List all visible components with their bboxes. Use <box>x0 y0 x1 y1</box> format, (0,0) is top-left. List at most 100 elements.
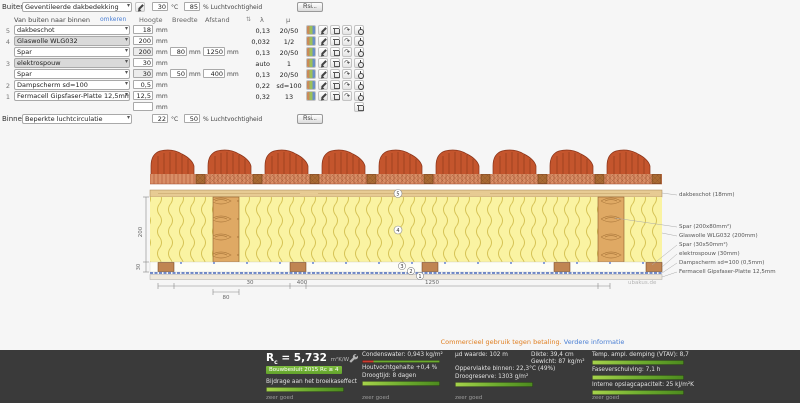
row-actions: ↷ <box>306 36 364 46</box>
hoogte-input[interactable] <box>133 58 153 67</box>
edit-pencil-icon[interactable] <box>318 25 328 35</box>
layer-number: 5 <box>5 27 10 35</box>
hoogte-input[interactable] <box>133 36 153 45</box>
tav-bar <box>592 360 684 365</box>
inside-material-value: Beperkte luchtcirculatie <box>25 115 103 123</box>
chevron-down-icon: ▾ <box>124 47 128 54</box>
breedte-input[interactable] <box>170 47 187 56</box>
move-layer-icon[interactable]: ↷ <box>342 80 352 90</box>
unit-mm: mm <box>156 49 168 56</box>
hoogte-input-empty[interactable] <box>133 102 153 111</box>
hoogte-input[interactable] <box>133 25 153 34</box>
inside-rsi-button[interactable]: Rsi... <box>297 114 323 124</box>
texture-swatch-icon[interactable] <box>306 47 316 57</box>
move-layer-icon[interactable]: ↷ <box>342 58 352 68</box>
trash-icon[interactable] <box>330 47 340 57</box>
trash-icon[interactable] <box>330 25 340 35</box>
texture-swatch-icon[interactable] <box>306 69 316 79</box>
edit-pencil-icon[interactable] <box>318 58 328 68</box>
trash-icon[interactable] <box>330 80 340 90</box>
notice-text: Commercieel gebruik tegen betaling. <box>440 338 562 346</box>
outside-material-select[interactable]: Geventileerde dakbedekking ▾ <box>22 2 132 12</box>
chevron-down-icon: ▾ <box>124 36 128 43</box>
inside-temp-input[interactable] <box>152 114 168 123</box>
edit-pencil-icon[interactable] <box>318 36 328 46</box>
material-select[interactable]: elektrospouw ▾ <box>14 58 130 68</box>
outside-temp-input[interactable] <box>152 2 168 11</box>
inside-humidity-label: % Luchtvochtigheid <box>203 116 263 123</box>
power-toggle-icon[interactable] <box>354 69 364 79</box>
bottom-dimension <box>157 283 611 295</box>
unit-mm: mm <box>156 82 168 89</box>
power-toggle-icon[interactable] <box>354 25 364 35</box>
edit-pencil-icon[interactable] <box>318 91 328 101</box>
hoogte-input[interactable] <box>133 80 153 89</box>
trash-icon[interactable] <box>330 69 340 79</box>
chevron-down-icon: ▾ <box>124 91 128 98</box>
material-select[interactable]: Dampscherm sd=100 ▾ <box>14 80 130 90</box>
inside-material-select[interactable]: Beperkte luchtcirculatie ▾ <box>22 114 132 124</box>
layer-row-dakbeschot: 5 dakbeschot ▾ mm 0,13 20/50 ↷ <box>0 25 460 36</box>
power-toggle-icon[interactable] <box>354 91 364 101</box>
material-select[interactable]: Spar ▾ <box>14 47 130 57</box>
hoogte-input[interactable] <box>133 69 153 78</box>
trash-icon[interactable] <box>330 36 340 46</box>
outside-temp-unit: °C <box>171 4 179 11</box>
edit-outside-pencil-icon[interactable] <box>135 2 145 12</box>
afstand-input[interactable] <box>203 47 225 56</box>
power-toggle-icon[interactable] <box>354 80 364 90</box>
sort-arrows-icon[interactable]: ⇅ <box>246 16 251 23</box>
texture-swatch-icon[interactable] <box>306 25 316 35</box>
houtvocht-label: Houtvochtgehalte +0,4 % <box>362 365 438 371</box>
texture-swatch-icon[interactable] <box>306 80 316 90</box>
hoogte-input[interactable] <box>133 47 153 56</box>
outside-rsi-button[interactable]: Rsi... <box>297 2 323 12</box>
r-value: Rc = 5,732 m²K/W <box>266 352 349 366</box>
move-layer-icon[interactable]: ↷ <box>342 91 352 101</box>
unit-mm: mm <box>156 104 168 111</box>
power-toggle-icon[interactable] <box>354 47 364 57</box>
fermacell-layer <box>149 274 663 280</box>
trash-icon[interactable] <box>330 91 340 101</box>
breedte-input[interactable] <box>170 69 187 78</box>
unit-mm: mm <box>156 60 168 67</box>
label-dakbeschot: dakbeschot (18mm) <box>679 192 735 198</box>
power-toggle-icon[interactable] <box>354 58 364 68</box>
notice-link[interactable]: Verdere informatie <box>564 338 625 346</box>
power-toggle-icon[interactable] <box>354 36 364 46</box>
move-layer-icon[interactable]: ↷ <box>342 69 352 79</box>
label-glaswolle: Glaswolle WLG032 (200mm) <box>679 233 758 239</box>
texture-swatch-icon[interactable] <box>306 91 316 101</box>
texture-swatch-icon[interactable] <box>306 58 316 68</box>
row-actions: ↷ <box>306 25 364 35</box>
outside-humidity-input[interactable] <box>184 2 200 11</box>
texture-swatch-icon[interactable] <box>306 36 316 46</box>
trash-icon[interactable] <box>354 102 364 112</box>
outside-row: Buiten Geventileerde dakbedekking ▾ °C %… <box>0 2 460 13</box>
rafter <box>597 196 625 263</box>
edit-pencil-icon[interactable] <box>318 47 328 57</box>
move-layer-icon[interactable]: ↷ <box>342 36 352 46</box>
edit-pencil-icon[interactable] <box>318 80 328 90</box>
material-value: dakbeschot <box>17 26 55 34</box>
material-select[interactable]: Glaswolle WLG032 ▾ <box>14 36 130 46</box>
mu-value: 1 <box>286 60 292 68</box>
hoogte-input[interactable] <box>133 91 153 100</box>
lambda-value: auto <box>255 60 270 68</box>
move-layer-icon[interactable]: ↷ <box>342 25 352 35</box>
layer-row-glaswolle: 4 Glaswolle WLG032 ▾ mm 0,032 1/2 ↷ <box>0 36 460 47</box>
edit-pencil-icon[interactable] <box>318 69 328 79</box>
material-select[interactable]: dakbeschot ▾ <box>14 25 130 35</box>
material-select[interactable]: Spar ▾ <box>14 69 130 79</box>
inside-humidity-input[interactable] <box>184 114 200 123</box>
wrench-icon[interactable] <box>348 353 358 363</box>
droogtijd-label: Droogtijd: 8 dagen <box>362 373 417 379</box>
row-actions <box>354 102 364 112</box>
material-select[interactable]: Fermacell Gipsfaser-Platte 12,5mm ▾ <box>14 91 130 101</box>
marker-2: 2 <box>409 269 412 275</box>
afstand-input[interactable] <box>203 69 225 78</box>
move-layer-icon[interactable]: ↷ <box>342 47 352 57</box>
unit-mm: mm <box>227 49 239 56</box>
reverse-link[interactable]: omkeren <box>100 16 126 23</box>
trash-icon[interactable] <box>330 58 340 68</box>
